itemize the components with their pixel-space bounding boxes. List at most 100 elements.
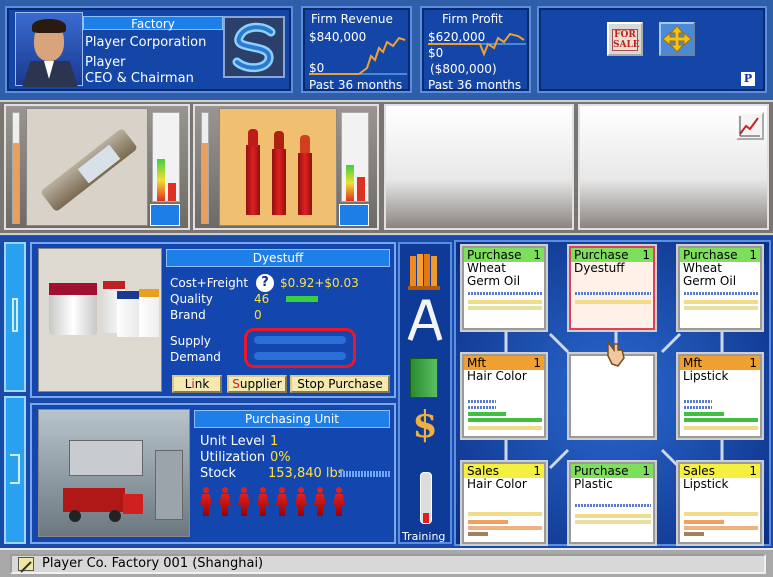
utilization-value: 0% (270, 450, 291, 465)
cell-product: Hair Color (467, 369, 527, 383)
training-thermometer[interactable] (420, 472, 432, 524)
chart-button[interactable] (736, 112, 764, 140)
revenue-panel[interactable]: Firm Revenue $840,000 $0 Past 36 months (301, 6, 412, 93)
letter-a-icon (407, 299, 443, 341)
cell-product: Hair Color (467, 477, 527, 491)
supply-demand-highlight (244, 328, 356, 368)
tools-panel: FOR SALE P (537, 6, 767, 93)
product-detail-panel: Dyestuff Cost+Freight ? $0.92+$0.03 Qual… (30, 242, 396, 398)
profit-period: Past 36 months (428, 78, 522, 92)
product-slot-1[interactable] (4, 104, 190, 230)
cell-product: Wheat Germ Oil (683, 261, 737, 288)
move-button[interactable] (659, 22, 695, 56)
worker-icon (274, 487, 290, 519)
worker-icon (198, 487, 214, 519)
profit-sparkline (428, 32, 526, 57)
edit-icon[interactable] (18, 557, 34, 573)
worker-icon (293, 487, 309, 519)
grid-cell-7[interactable]: Sales 1 Hair Color (462, 462, 546, 544)
lipstick-image[interactable] (219, 108, 337, 226)
training-label[interactable]: Training (402, 530, 445, 544)
grid-cell-1[interactable]: Purchase 1 Wheat Germ Oil (462, 246, 546, 330)
finance-button[interactable]: $ (406, 404, 444, 446)
cell-header: Purchase 1 (680, 248, 760, 262)
book-button[interactable] (408, 356, 442, 400)
dyestuff-image[interactable] (38, 248, 162, 392)
cell-product: Lipstick (683, 477, 729, 491)
brand-value: 0 (254, 308, 262, 322)
books-button[interactable] (406, 248, 444, 292)
grid-cell-3[interactable]: Purchase 1 Wheat Germ Oil (678, 246, 762, 330)
slot-indicator (150, 204, 180, 226)
p-badge[interactable]: P (741, 72, 755, 86)
link-button[interactable]: Link (172, 375, 222, 393)
profit-title: Firm Profit (442, 12, 503, 26)
quality-bar (286, 296, 318, 302)
worker-icon (236, 487, 252, 519)
grid-cell-2[interactable]: Purchase 1 Dyestuff (569, 246, 655, 330)
grid-cell-4[interactable]: Mft 1 Hair Color (462, 354, 546, 438)
product-slot-4[interactable] (578, 104, 769, 230)
cell-product: Plastic (574, 477, 613, 491)
grid-cell-8[interactable]: Purchase 1 Plastic (569, 462, 655, 544)
stock-value: 153,840 lbs (268, 466, 345, 481)
revenue-period: Past 36 months (309, 78, 403, 92)
profit-panel[interactable]: Firm Profit $620,000 $0 ($800,000) Past … (420, 6, 531, 93)
grid-cell-6[interactable]: Mft 1 Lipstick (678, 354, 762, 438)
move-arrows-icon (662, 25, 692, 53)
stop-purchase-button[interactable]: Stop Purchase (290, 375, 390, 393)
slot-indicator (339, 204, 369, 226)
cell-header: Mft 1 (464, 356, 544, 370)
company-logo-icon[interactable] (223, 16, 285, 78)
quality-label: Quality (170, 292, 213, 306)
line-chart-icon (739, 116, 760, 137)
cell-product: Dyestuff (574, 261, 625, 275)
cell-header: Purchase 1 (571, 248, 653, 262)
for-sale-sign-icon: FOR SALE (612, 29, 640, 51)
help-icon[interactable]: ? (256, 274, 274, 292)
purchasing-unit-panel: Purchasing Unit Unit Level 1 Utilization… (30, 403, 396, 544)
supply-label: Supply (170, 334, 211, 348)
for-sale-button[interactable]: FOR SALE (607, 22, 643, 56)
production-grid: Purchase 1 Wheat Germ Oil Purchase 1 Dyest… (454, 240, 771, 546)
product-slot-2[interactable] (193, 104, 379, 230)
books-icon (408, 254, 440, 290)
supplier-button[interactable]: Supplier (227, 375, 287, 393)
warehouse-image[interactable] (38, 409, 190, 537)
worker-icon (312, 487, 328, 519)
gauge-right (341, 112, 369, 202)
corporation-name: Player Corporation (85, 35, 207, 50)
green-book-icon (410, 358, 438, 398)
quality-value: 46 (254, 292, 270, 306)
player-name: Player (85, 55, 126, 70)
product-slot-3[interactable] (384, 104, 574, 230)
cell-header: Purchase 1 (464, 248, 544, 262)
cell-header: Purchase 1 (571, 464, 653, 478)
cost-value: $0.92+$0.03 (280, 276, 359, 290)
unit-level-value: 1 (270, 434, 279, 449)
cell-product: Lipstick (683, 369, 729, 383)
player-panel: Factory Player Corporation Player CEO & … (5, 6, 293, 93)
unit-level-label: Unit Level (200, 434, 265, 449)
product-title: Dyestuff (166, 249, 390, 267)
player-portrait[interactable] (15, 12, 83, 87)
side-tab-2[interactable] (4, 396, 26, 544)
status-text: Player Co. Factory 001 (Shanghai) (42, 556, 264, 571)
pointer-hand-icon (604, 338, 628, 368)
sign-button[interactable] (406, 298, 444, 344)
cell-header: Mft 1 (680, 356, 760, 370)
demand-bar (254, 352, 346, 360)
gauge-right (152, 112, 180, 202)
revenue-sparkline (309, 36, 407, 75)
grid-cell-9[interactable]: Sales 1 Lipstick (678, 462, 762, 544)
stock-label: Stock (200, 466, 236, 481)
workers-row (198, 487, 378, 521)
utilization-label: Utilization (200, 450, 266, 465)
side-tab-1[interactable] (4, 242, 26, 392)
gauge-left (12, 112, 20, 224)
skin-cream-tube-image[interactable] (26, 108, 148, 226)
cell-header: Sales 1 (464, 464, 544, 478)
status-field[interactable]: Player Co. Factory 001 (Shanghai) (10, 554, 766, 574)
worker-icon (217, 487, 233, 519)
cell-header: Sales 1 (680, 464, 760, 478)
